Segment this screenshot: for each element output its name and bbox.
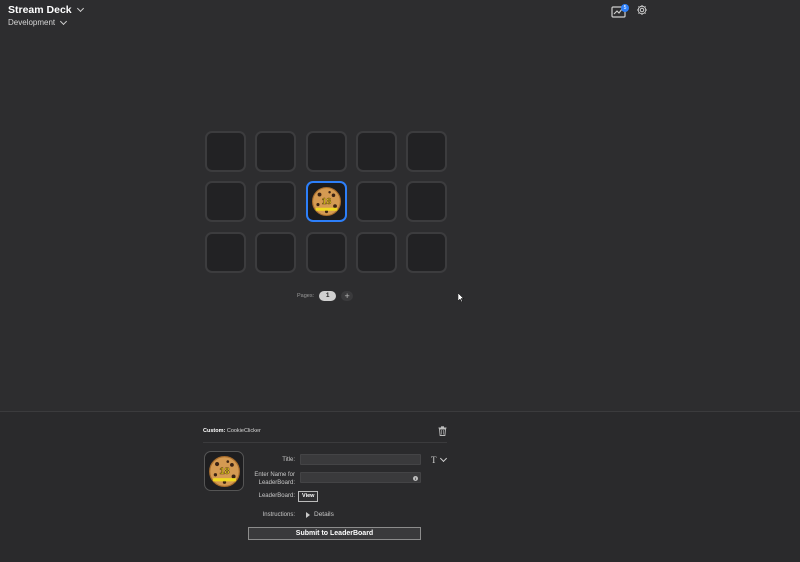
chevron-down-icon: [439, 454, 447, 463]
leaderboard-name-label: Enter Name for LeaderBoard:: [254, 472, 295, 486]
gear-icon[interactable]: [636, 4, 648, 16]
key-slot[interactable]: [355, 131, 397, 172]
trash-icon[interactable]: [438, 426, 447, 436]
action-name: CookieClicker: [226, 428, 261, 434]
pages-label: Pages:: [297, 293, 315, 299]
key-slot[interactable]: [205, 231, 246, 273]
title-input[interactable]: [300, 454, 421, 465]
cookie-icon: 18: [311, 187, 341, 217]
key-slot[interactable]: [305, 231, 347, 273]
key-slot[interactable]: [406, 131, 447, 172]
submit-leaderboard-button[interactable]: Submit to LeaderBoard: [248, 527, 421, 540]
key-slot[interactable]: [205, 131, 246, 172]
key-slot-cookieclicker[interactable]: 18: [305, 181, 347, 223]
details-toggle[interactable]: Details: [306, 511, 334, 518]
leaderboard-name-input[interactable]: [300, 472, 421, 483]
instructions-label: Instructions:: [262, 512, 295, 518]
key-grid: 18: [205, 131, 447, 273]
page-selector: Pages: 1 +: [297, 291, 354, 301]
mouse-cursor-icon: [458, 293, 464, 302]
profile-name: Development: [8, 18, 56, 27]
key-slot[interactable]: [205, 181, 246, 223]
text-format-icon: T: [431, 455, 437, 465]
add-page-button[interactable]: +: [341, 291, 354, 301]
notification-badge: 5: [621, 4, 629, 12]
disclosure-triangle-icon: [306, 511, 310, 518]
view-leaderboard-button[interactable]: View: [298, 491, 319, 502]
key-slot[interactable]: [305, 131, 347, 172]
key-slot[interactable]: [355, 231, 397, 273]
app-title[interactable]: Stream Deck: [8, 4, 84, 16]
key-slot[interactable]: [255, 181, 297, 223]
action-title: Custom: CookieClicker: [203, 428, 261, 434]
leaderboard-label: LeaderBoard:: [258, 493, 295, 499]
svg-text:18: 18: [321, 196, 331, 206]
key-slot[interactable]: [406, 181, 447, 223]
key-slot[interactable]: [255, 231, 297, 273]
chevron-down-icon: [60, 17, 68, 25]
title-label: Title:: [282, 457, 295, 463]
chevron-down-icon: [76, 4, 84, 13]
action-category: Custom:: [203, 428, 226, 434]
svg-text:18: 18: [219, 465, 229, 475]
app-title-text: Stream Deck: [8, 4, 72, 16]
page-1-button[interactable]: 1: [319, 291, 337, 301]
info-icon[interactable]: i: [413, 476, 418, 481]
details-label: Details: [314, 511, 334, 518]
key-slot[interactable]: [255, 131, 297, 172]
key-slot[interactable]: [406, 231, 447, 273]
profile-selector[interactable]: Development: [8, 17, 68, 27]
text-format-button[interactable]: T: [431, 454, 447, 465]
inspector-separator: [203, 442, 447, 443]
key-slot[interactable]: [355, 181, 397, 223]
